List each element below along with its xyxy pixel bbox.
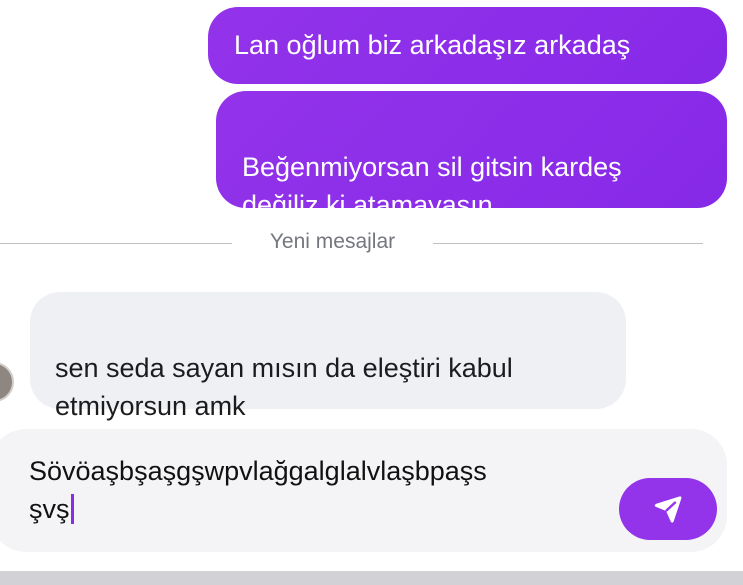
message-text: Lan oğlum biz arkadaşız arkadaş — [234, 30, 631, 60]
send-icon — [654, 496, 682, 523]
avatar[interactable] — [0, 362, 14, 402]
bottom-bar — [0, 571, 743, 585]
message-input[interactable]: Sövöaşbşaşgşwpvlağgalglalvlaşbpaşs şvş — [29, 452, 589, 528]
incoming-message[interactable]: sen seda sayan mısın da eleştiri kabul e… — [30, 292, 626, 421]
outgoing-message[interactable]: Beğenmiyorsan sil gitsin kardeş değiliz … — [216, 91, 727, 220]
message-input-value: Sövöaşbşaşgşwpvlağgalglalvlaşbpaşs şvş — [29, 456, 487, 524]
divider-line-right — [433, 243, 703, 244]
outgoing-message[interactable]: Lan oğlum biz arkadaşız arkadaş — [208, 7, 727, 84]
send-button[interactable] — [619, 478, 717, 540]
message-text: Beğenmiyorsan sil gitsin kardeş değiliz … — [242, 152, 622, 220]
new-messages-label: Yeni mesajlar — [269, 230, 396, 253]
divider-line-left — [0, 243, 232, 244]
message-text: sen seda sayan mısın da eleştiri kabul e… — [55, 353, 513, 421]
text-cursor — [70, 494, 74, 524]
